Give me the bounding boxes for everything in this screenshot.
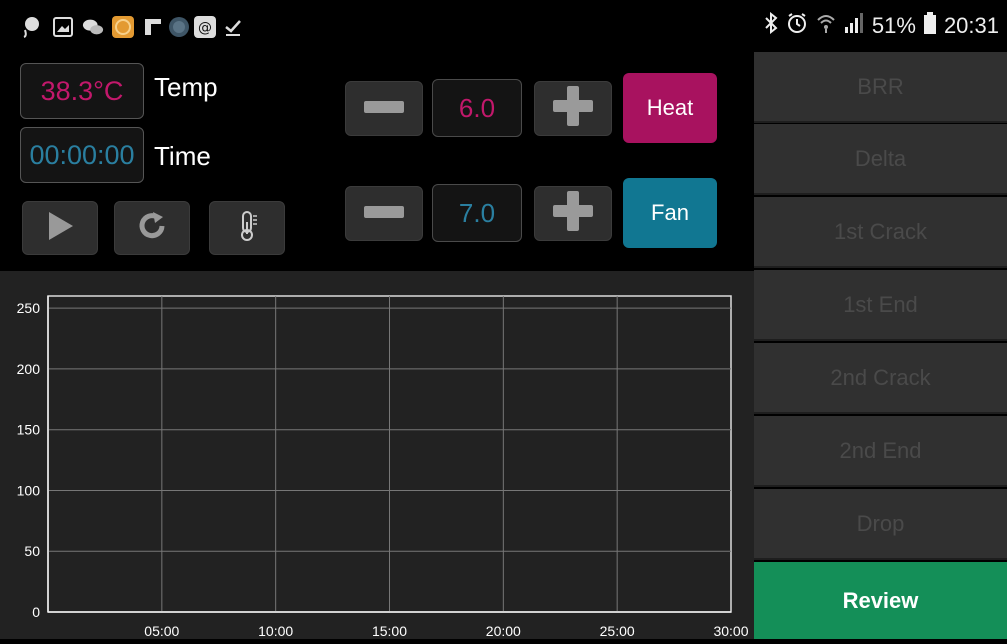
time-label: Time <box>154 141 211 171</box>
y-tick-label: 150 <box>17 422 41 438</box>
wechat-icon <box>82 16 104 38</box>
menu-item-label: 2nd End <box>839 437 922 463</box>
y-tick-label: 100 <box>17 482 41 498</box>
menu-item-label: BRR <box>857 73 904 99</box>
refresh-button[interactable] <box>114 201 190 255</box>
signal-icon <box>844 12 864 40</box>
x-tick-label: 25:00 <box>600 623 635 639</box>
minus-icon <box>364 100 404 118</box>
refresh-icon <box>136 210 168 247</box>
minus-icon <box>364 205 404 223</box>
globe-icon <box>168 16 190 38</box>
wifi-icon <box>816 12 836 40</box>
heat-decrease-button[interactable] <box>345 81 423 136</box>
y-tick-label: 0 <box>32 604 40 620</box>
menu-item-2nd-end[interactable]: 2nd End <box>754 416 1007 487</box>
heat-button[interactable]: Heat <box>623 73 717 143</box>
download-done-icon <box>222 16 244 38</box>
bluetooth-icon <box>764 11 778 40</box>
status-bar: @ 51% 20:31 <box>0 0 1007 52</box>
fan-decrease-button[interactable] <box>345 186 423 241</box>
battery-percent: 51% <box>871 13 916 38</box>
menu-item-drop[interactable]: Drop <box>754 489 1007 560</box>
menu-item-1st-crack[interactable]: 1st Crack <box>754 197 1007 268</box>
menu-item-label: Drop <box>856 510 905 536</box>
fan-value: 7.0 <box>458 197 496 228</box>
menu-item-delta[interactable]: Delta <box>754 124 1007 195</box>
gallery-icon <box>52 16 74 38</box>
x-tick-label: 05:00 <box>144 623 179 639</box>
play-button[interactable] <box>22 201 98 255</box>
temperature-value: 38.3°C <box>40 75 124 106</box>
temperature-label: Temp <box>154 72 218 102</box>
location-icon <box>20 16 42 38</box>
battery-icon <box>923 12 936 40</box>
time-readout: 00:00:00 <box>20 127 144 183</box>
time-value: 00:00:00 <box>29 139 135 170</box>
play-icon <box>45 210 75 247</box>
menu-item-label: Delta <box>854 145 907 171</box>
chart-canvas: 0 50 100 150 200 250 05:00 10:00 15:00 20:00 25:00… <box>17 295 749 639</box>
plus-icon <box>553 86 593 131</box>
menu-item-2nd-crack[interactable]: 2nd Crack <box>754 343 1007 414</box>
fan-increase-button[interactable] <box>534 186 612 241</box>
menu-item-label: 1st End <box>843 291 918 317</box>
review-button-label: Review <box>842 587 919 613</box>
menu-item-label: 2nd Crack <box>830 364 931 390</box>
y-tick-label: 50 <box>24 543 40 559</box>
heat-value-display: 6.0 <box>432 79 522 137</box>
thermometer-button[interactable] <box>209 201 285 255</box>
y-tick-label: 250 <box>17 300 41 316</box>
x-tick-label: 30:00 <box>713 623 748 639</box>
heat-value: 6.0 <box>458 92 496 123</box>
flipboard-icon <box>142 16 164 38</box>
y-tick-label: 200 <box>17 361 41 377</box>
svg-text:@: @ <box>198 20 212 36</box>
heat-button-label: Heat <box>646 95 694 120</box>
fan-button[interactable]: Fan <box>623 178 717 248</box>
alarm-icon <box>786 12 808 40</box>
menu-item-brr[interactable]: BRR <box>754 52 1007 123</box>
clock-time: 20:31 <box>943 13 999 38</box>
fan-button-label: Fan <box>651 200 689 225</box>
x-tick-label: 20:00 <box>486 623 521 639</box>
review-button[interactable]: Review <box>754 562 1007 639</box>
x-tick-label: 10:00 <box>258 623 293 639</box>
menu-item-label: 1st Crack <box>834 218 927 244</box>
roast-chart: 0 50 100 150 200 250 05:00 10:00 15:00 20:00 25:00… <box>0 271 754 639</box>
plus-icon <box>553 191 593 236</box>
x-tick-label: 15:00 <box>372 623 407 639</box>
heat-increase-button[interactable] <box>534 81 612 136</box>
menu-item-1st-end[interactable]: 1st End <box>754 270 1007 341</box>
at-sign-icon: @ <box>194 16 216 38</box>
temperature-readout: 38.3°C <box>20 63 144 119</box>
fan-value-display: 7.0 <box>432 184 522 242</box>
thermometer-icon <box>235 210 259 247</box>
app-orange-icon <box>112 16 134 38</box>
